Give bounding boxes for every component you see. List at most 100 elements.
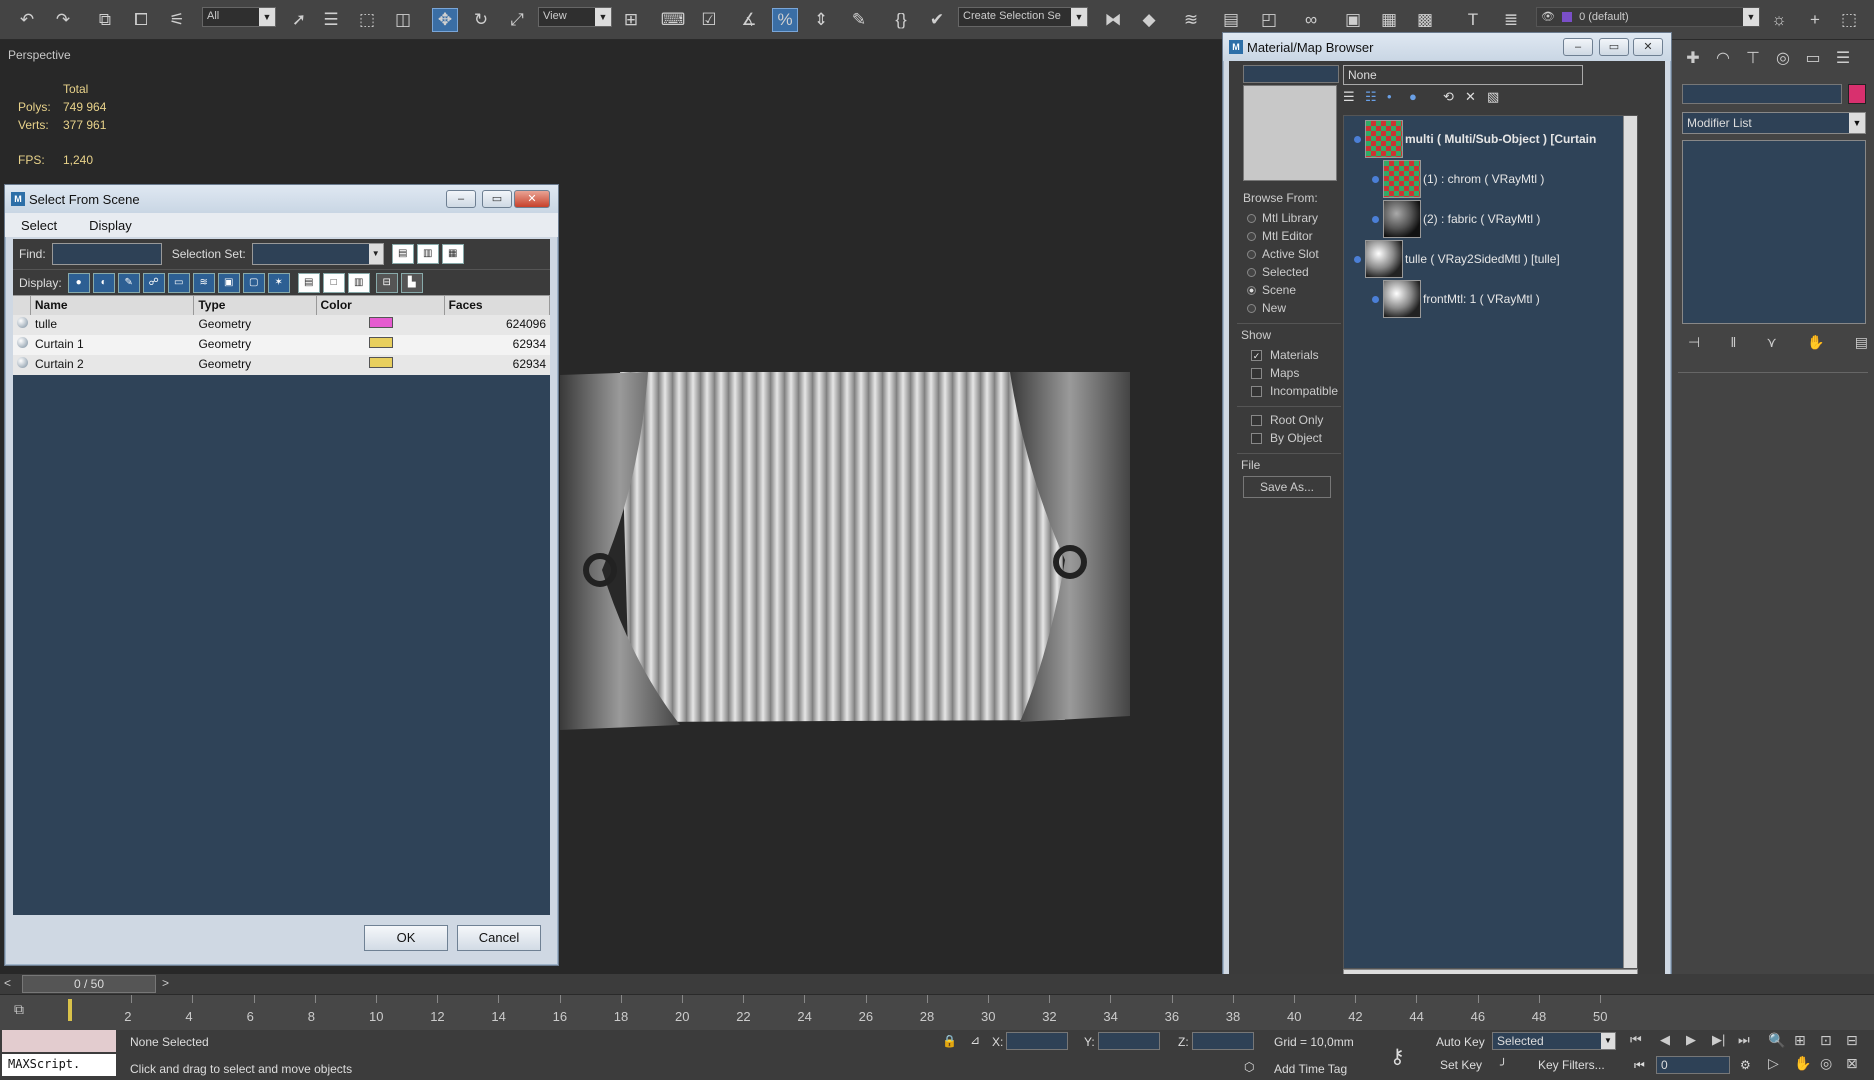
table-row[interactable]: tulle Geometry 624096 xyxy=(13,315,550,335)
radio-selected[interactable]: Selected xyxy=(1237,263,1341,281)
menu-select[interactable]: Select xyxy=(5,218,73,233)
key-mode-toggle-icon[interactable]: ⏮ xyxy=(1634,1058,1645,1073)
previous-frame-icon[interactable]: ◀ xyxy=(1660,1032,1686,1048)
key-filters-button[interactable]: Key Filters... xyxy=(1538,1058,1605,1072)
maximize-viewport-icon[interactable]: ⊠ xyxy=(1846,1055,1872,1072)
delete-from-library-icon[interactable]: ✕ xyxy=(1465,89,1487,105)
make-unique-icon[interactable]: ⋎ xyxy=(1767,334,1777,351)
zoom-icon[interactable]: 🔍 xyxy=(1768,1032,1794,1049)
pin-stack-icon[interactable]: ⊣ xyxy=(1688,334,1700,351)
curve-editor-mini-icon[interactable]: ⧉ xyxy=(14,1001,24,1018)
display-shapes-icon[interactable]: ◐ xyxy=(92,272,115,293)
time-slider[interactable]: 0 / 50 xyxy=(22,975,156,993)
table-row[interactable]: Curtain 2 Geometry 62934 xyxy=(13,355,550,375)
dependents-icon[interactable]: ▙ xyxy=(400,272,423,293)
zoom-extents-icon[interactable]: ⊡ xyxy=(1820,1032,1846,1049)
zoom-all-icon[interactable]: ⊞ xyxy=(1794,1032,1820,1049)
save-as-button[interactable]: Save As... xyxy=(1243,476,1331,498)
current-frame-input[interactable]: 0 xyxy=(1656,1056,1730,1074)
select-and-rotate-icon[interactable]: ↻ xyxy=(468,8,494,32)
time-tag-icon[interactable]: ⬡ xyxy=(1244,1060,1254,1074)
slider-prev-icon[interactable]: < xyxy=(4,976,11,990)
minimize-button[interactable]: – xyxy=(1563,38,1593,56)
edit-selection-set-icon[interactable]: ▦ xyxy=(441,244,464,264)
radio-mtl-editor[interactable]: Mtl Editor xyxy=(1237,227,1341,245)
auto-key-button[interactable]: Auto Key xyxy=(1436,1035,1485,1049)
go-to-start-icon[interactable]: ⏮ xyxy=(1630,1032,1660,1048)
keyboard-shortcut-override-icon[interactable]: ⌨ xyxy=(660,8,686,32)
remove-selection-set-icon[interactable]: ▥ xyxy=(416,244,439,264)
select-all-icon[interactable]: ▤ xyxy=(297,272,320,293)
checkbox-root-only[interactable]: Root Only xyxy=(1241,411,1341,429)
create-tab-icon[interactable]: ✚ xyxy=(1678,48,1708,72)
column-faces[interactable]: Faces xyxy=(445,296,550,315)
checkbox-by-object[interactable]: By Object xyxy=(1241,429,1341,447)
view-large-icons-icon[interactable]: ● xyxy=(1409,89,1443,105)
check-circle-icon[interactable]: ✔ xyxy=(924,8,950,32)
maximize-button[interactable]: ▭ xyxy=(482,190,512,208)
ok-button[interactable]: OK xyxy=(364,925,448,951)
maxscript-mini-listener[interactable]: MAXScript. xyxy=(2,1054,116,1076)
absolute-mode-icon[interactable]: ⊿ xyxy=(970,1033,980,1047)
edit-named-selection-icon[interactable]: ✎ xyxy=(846,8,872,32)
checkbox-incompatible[interactable]: Incompatible xyxy=(1241,382,1341,400)
dialog-titlebar[interactable]: M Material/Map Browser – ▭ ✕ xyxy=(1223,33,1671,61)
pan-icon[interactable]: ✋ xyxy=(1794,1055,1820,1072)
add-to-layer-icon[interactable]: + xyxy=(1802,8,1828,32)
curtain-model[interactable] xyxy=(560,330,1130,730)
pivot-center-icon[interactable]: ⊞ xyxy=(618,8,644,32)
key-mode-dropdown[interactable]: Selected ▼ xyxy=(1492,1032,1616,1050)
show-end-result-icon[interactable]: ‖ xyxy=(1730,334,1736,351)
reference-coordinate-dropdown[interactable]: View ▼ xyxy=(538,7,612,27)
display-space-warps-icon[interactable]: ≋ xyxy=(192,272,215,293)
set-key-button[interactable]: Set Key xyxy=(1440,1058,1482,1072)
minimize-button[interactable]: – xyxy=(446,190,476,208)
window-crossing-icon[interactable]: ◫ xyxy=(390,8,416,32)
text-tool-icon[interactable]: T xyxy=(1460,8,1486,32)
lock-icon[interactable]: 🔒 xyxy=(942,1034,957,1048)
select-in-layer-icon[interactable]: ⬚ xyxy=(1836,8,1862,32)
orbit-icon[interactable]: ◎ xyxy=(1820,1055,1846,1072)
display-lights-icon[interactable]: ✎ xyxy=(117,272,140,293)
motion-tab-icon[interactable]: ◎ xyxy=(1768,48,1798,72)
graphite-toolbar-icon[interactable]: ▤ xyxy=(1218,8,1244,32)
create-selection-set-icon[interactable]: ▤ xyxy=(391,244,414,264)
update-scene-materials-icon[interactable]: ⟲ xyxy=(1443,89,1465,105)
display-tab-icon[interactable]: ▭ xyxy=(1798,48,1828,72)
layer-manager-icon[interactable]: ≋ xyxy=(1178,8,1204,32)
column-type[interactable]: Type xyxy=(194,296,317,315)
modify-tab-icon[interactable]: ◠ xyxy=(1708,48,1738,72)
table-row[interactable]: Curtain 1 Geometry 62934 xyxy=(13,335,550,355)
modifier-list-dropdown[interactable]: Modifier List ▼ xyxy=(1682,112,1866,134)
radio-scene[interactable]: Scene xyxy=(1237,281,1341,299)
column-name[interactable]: Name xyxy=(31,296,195,315)
display-xrefs-icon[interactable]: ▢ xyxy=(242,272,265,293)
display-groups-icon[interactable]: ▣ xyxy=(217,272,240,293)
radio-new[interactable]: New xyxy=(1237,299,1341,317)
maximize-button[interactable]: ▭ xyxy=(1599,38,1629,56)
object-name-input[interactable] xyxy=(1682,84,1842,104)
play-icon[interactable]: ▶ xyxy=(1686,1032,1712,1048)
add-time-tag-button[interactable]: Add Time Tag xyxy=(1274,1062,1347,1076)
hierarchy-tab-icon[interactable]: ⊤ xyxy=(1738,48,1768,72)
percent-snap-icon[interactable]: % xyxy=(772,8,798,32)
select-and-scale-icon[interactable]: ⤢ xyxy=(504,8,530,32)
material-name-preview-field[interactable] xyxy=(1243,65,1339,83)
mirror-icon[interactable]: ⧓ xyxy=(1100,8,1126,32)
display-bones-icon[interactable]: ✶ xyxy=(267,272,290,293)
view-list-icons-icon[interactable]: ☷ xyxy=(1365,89,1387,105)
y-coordinate-input[interactable] xyxy=(1098,1032,1160,1050)
layer-dropdown[interactable]: 👁 0 (default) ▼ xyxy=(1536,7,1760,27)
checkbox-maps[interactable]: Maps xyxy=(1241,364,1341,382)
tree-item[interactable]: tulle ( VRay2SidedMtl ) [tulle] xyxy=(1354,240,1560,278)
selection-filter-dropdown[interactable]: All ▼ xyxy=(202,7,276,27)
checkbox-materials[interactable]: ✓ Materials xyxy=(1241,346,1341,364)
material-name-field[interactable]: None xyxy=(1343,65,1583,85)
current-frame-marker[interactable] xyxy=(68,999,72,1021)
key-tangent-icon[interactable]: ╯ xyxy=(1500,1058,1507,1072)
x-coordinate-input[interactable] xyxy=(1006,1032,1068,1050)
z-coordinate-input[interactable] xyxy=(1192,1032,1254,1050)
spinner-snap-icon[interactable]: ⇕ xyxy=(808,8,834,32)
slider-next-icon[interactable]: > xyxy=(162,976,169,990)
render-setup-icon[interactable]: ▦ xyxy=(1376,8,1402,32)
